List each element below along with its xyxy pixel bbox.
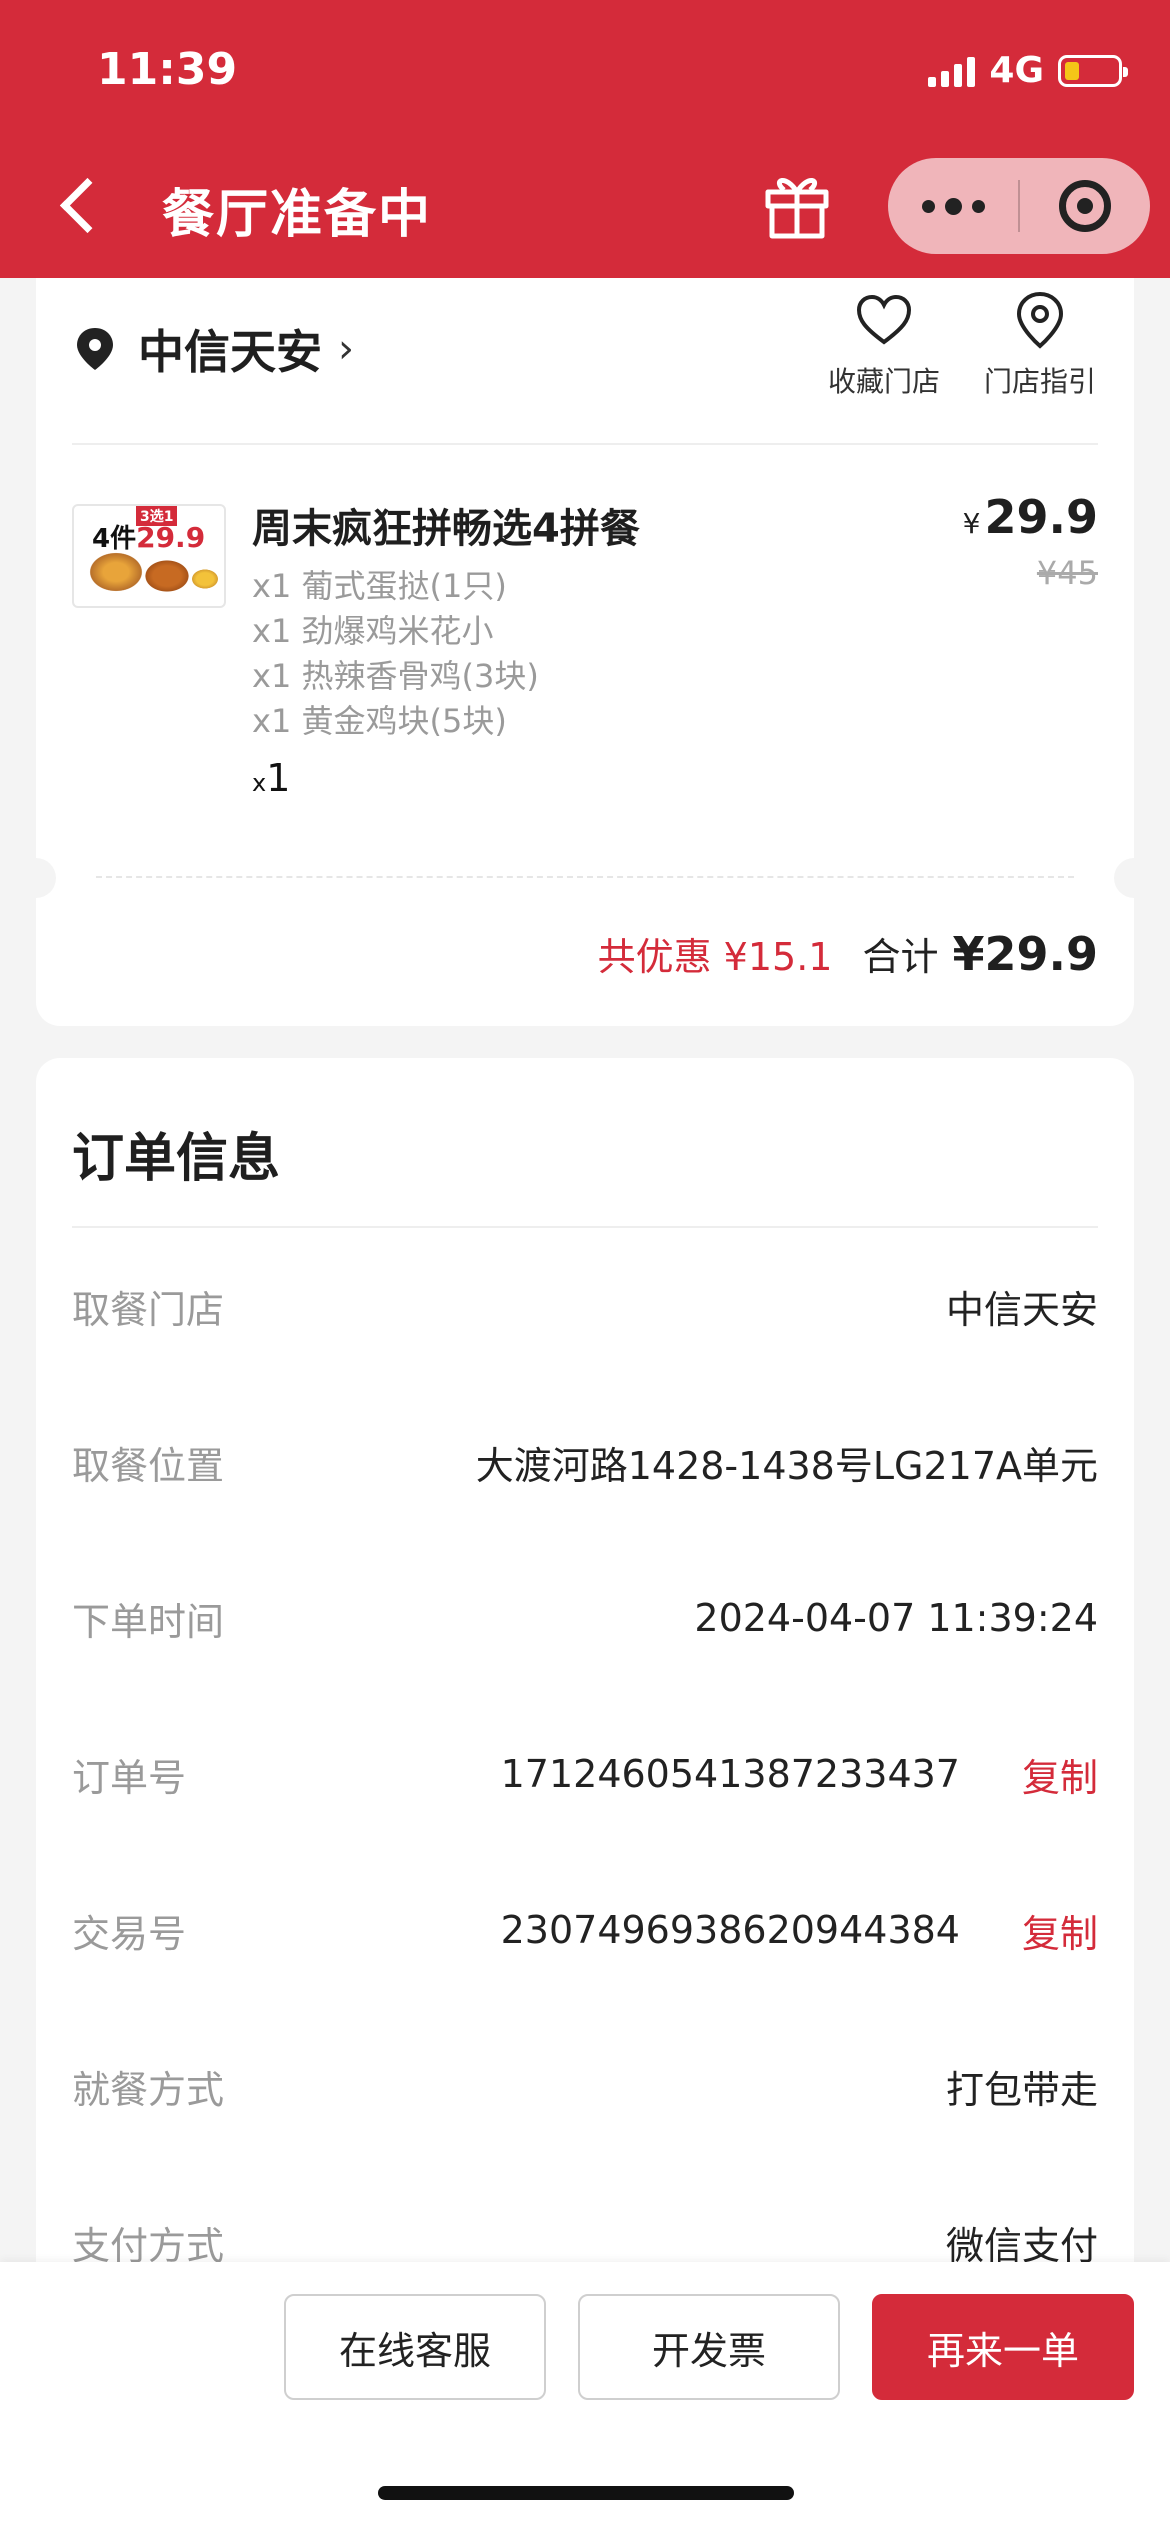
info-row-pickup-location: 取餐位置 大渡河路1428-1438号LG217A单元 xyxy=(72,1432,1098,1492)
transaction-number-value: 2307496938620944384 xyxy=(500,1908,960,1952)
info-label: 订单号 xyxy=(72,1755,187,1800)
favorite-store-label: 收藏门店 xyxy=(827,365,940,398)
info-label: 交易号 xyxy=(72,1911,187,1956)
info-label: 下单时间 xyxy=(72,1599,225,1644)
info-row-pickup-store: 取餐门店 中信天安 xyxy=(72,1276,1098,1336)
discount-total: 共优惠 ¥15.1 xyxy=(597,935,833,979)
store-actions: 收藏门店 门店指引 xyxy=(826,290,1098,400)
online-service-button[interactable]: 在线客服 xyxy=(284,2294,546,2400)
product-item: x1 黄金鸡块(5块) xyxy=(252,702,507,740)
info-row-transaction-number: 交易号 2307496938620944384 复制 xyxy=(72,1900,1098,1960)
info-label: 就餐方式 xyxy=(72,2067,225,2112)
product-items: x1 葡式蛋挞(1只) x1 劲爆鸡米花小 x1 热辣香骨鸡(3块) x1 黄金… xyxy=(252,564,539,744)
info-value: 2024-04-07 11:39:24 xyxy=(694,1596,1098,1640)
info-label: 取餐门店 xyxy=(72,1287,225,1332)
product-item: x1 葡式蛋挞(1只) xyxy=(252,567,507,605)
burger-illustration xyxy=(86,550,146,594)
invoice-button[interactable]: 开发票 xyxy=(578,2294,840,2400)
product-item: x1 劲爆鸡米花小 xyxy=(252,612,494,650)
store-name: 中信天安 xyxy=(138,325,322,379)
dashed-divider xyxy=(96,876,1074,878)
product-image: 3选1 4件29.9 xyxy=(72,504,226,608)
divider xyxy=(72,1226,1098,1228)
chicken-illustration xyxy=(142,558,192,594)
chevron-right-icon: › xyxy=(338,326,354,372)
divider xyxy=(72,443,1098,445)
signal-icon xyxy=(928,55,976,87)
copy-order-number-button[interactable]: 复制 xyxy=(1022,1747,1098,1802)
total-label: 合计 xyxy=(862,935,939,979)
info-label: 取餐位置 xyxy=(72,1443,225,1488)
ticket-notch-right xyxy=(1114,858,1154,898)
target-icon xyxy=(1059,180,1111,232)
location-pin-icon xyxy=(77,328,113,370)
original-price: ¥45 xyxy=(1036,554,1098,592)
info-row-order-time: 下单时间 2024-04-07 11:39:24 xyxy=(72,1588,1098,1648)
status-indicators: 4G xyxy=(928,50,1128,91)
close-miniprogram-button[interactable] xyxy=(1020,180,1150,232)
info-value: 打包带走 xyxy=(945,2067,1098,2112)
home-indicator xyxy=(378,2486,794,2500)
product-price: ¥29.9 xyxy=(962,490,1098,544)
battery-icon xyxy=(1058,54,1128,87)
product-item: x1 热辣香骨鸡(3块) xyxy=(252,657,539,695)
total-value: ¥29.9 xyxy=(952,927,1098,981)
heart-icon xyxy=(856,294,912,345)
order-info-title: 订单信息 xyxy=(72,1129,281,1189)
network-type: 4G xyxy=(989,50,1044,91)
order-summary-card: 中信天安 › 收藏门店 门店指引 3选1 4件29.9 周末疯狂拼畅选4拼餐 x… xyxy=(16,278,1154,1026)
info-value: 中信天安 xyxy=(945,1287,1098,1332)
order-totals: 共优惠 ¥15.1 合计 ¥29.9 xyxy=(598,926,1098,981)
app-header: 11:39 4G 餐厅准备中 xyxy=(0,0,1170,278)
info-row-dining-method: 就餐方式 打包带走 xyxy=(72,2056,1098,2116)
product-quantity: x1 xyxy=(252,756,291,800)
favorite-store-button[interactable]: 收藏门店 xyxy=(826,290,942,400)
page-title: 餐厅准备中 xyxy=(162,185,433,245)
egg-tart-illustration xyxy=(190,568,220,590)
reorder-button[interactable]: 再来一单 xyxy=(872,2294,1134,2400)
order-number-value: 1712460541387233437 xyxy=(500,1752,960,1796)
copy-transaction-number-button[interactable]: 复制 xyxy=(1022,1903,1098,1958)
back-button[interactable] xyxy=(54,172,114,242)
product-name: 周末疯狂拼畅选4拼餐 xyxy=(252,506,640,552)
more-menu-button[interactable] xyxy=(888,158,1018,254)
info-value: 大渡河路1428-1438号LG217A单元 xyxy=(475,1443,1098,1488)
map-pin-icon xyxy=(1016,291,1064,349)
store-guide-button[interactable]: 门店指引 xyxy=(982,290,1098,400)
ticket-notch-left xyxy=(16,858,56,898)
store-link[interactable]: 中信天安 › xyxy=(74,316,354,382)
store-guide-label: 门店指引 xyxy=(983,365,1096,398)
status-time: 11:39 xyxy=(97,44,238,95)
info-row-order-number: 订单号 1712460541387233437 复制 xyxy=(72,1744,1098,1804)
miniprogram-capsule xyxy=(888,158,1150,254)
gift-icon[interactable] xyxy=(764,168,830,240)
